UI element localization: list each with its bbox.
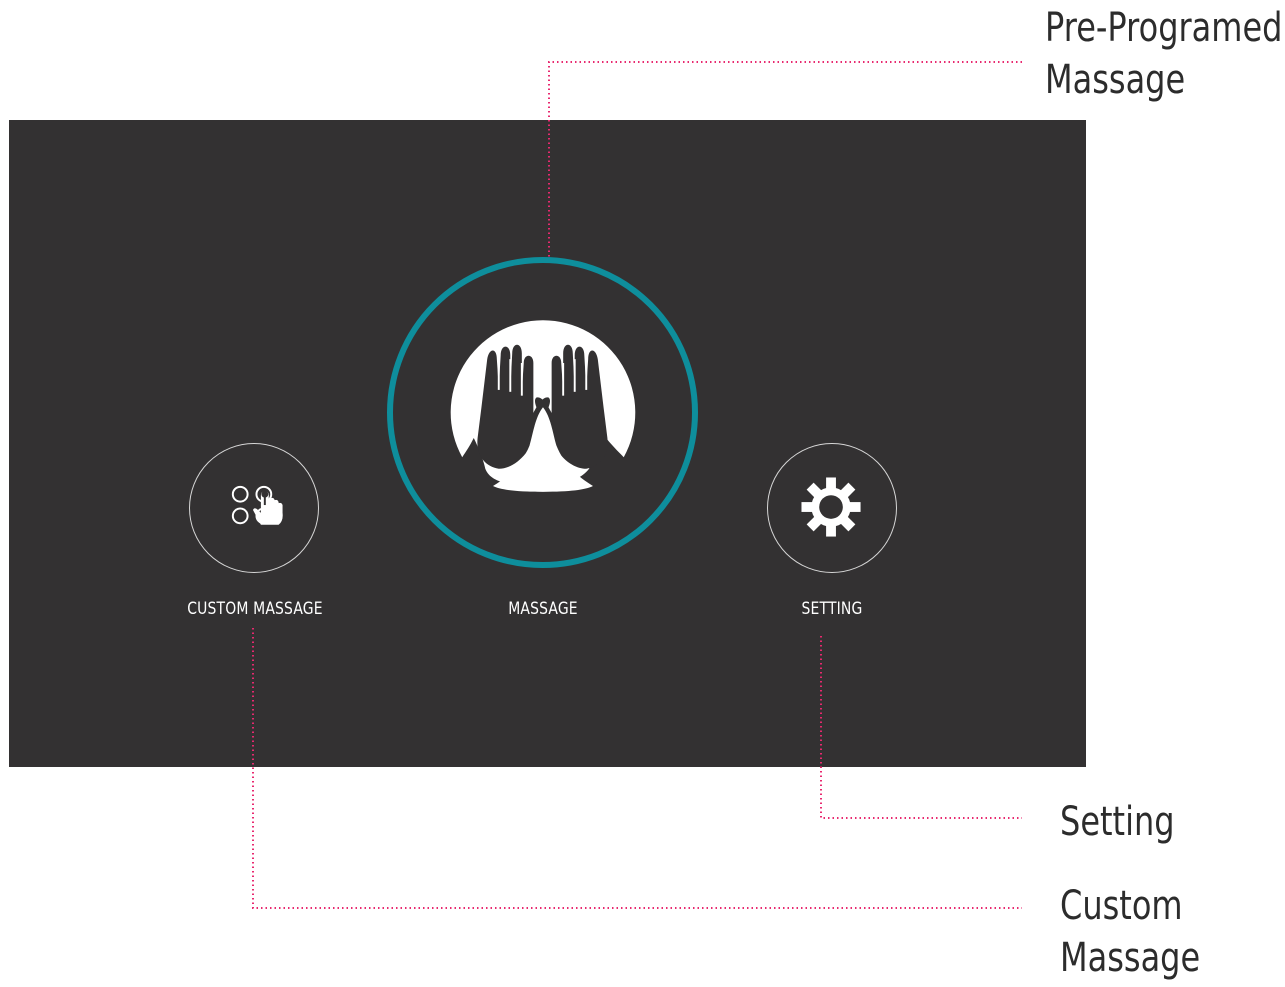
custom-massage-label: CUSTOM MASSAGE	[187, 599, 323, 619]
callout-pre-programed-line1: Pre-Programed	[1045, 5, 1283, 51]
callout-setting-line1: Setting	[1060, 799, 1175, 845]
callout-custom-line1: Custom	[1060, 883, 1183, 929]
massage-button[interactable]	[387, 257, 698, 568]
callout-custom-line2: Massage	[1060, 935, 1201, 981]
callout-pre-programed-line2: Massage	[1045, 57, 1186, 103]
callout-pre-programed: Pre-Programed Massage	[1045, 2, 1282, 106]
callout-setting: Setting	[1060, 796, 1175, 848]
setting-button[interactable]	[767, 443, 897, 573]
custom-massage-icon	[231, 485, 283, 525]
custom-massage-button[interactable]	[189, 443, 319, 573]
callout-custom: Custom Massage	[1060, 880, 1200, 984]
massage-hands-icon	[450, 320, 636, 492]
massage-label: MASSAGE	[508, 599, 578, 619]
gear-icon	[801, 477, 861, 537]
setting-label: SETTING	[801, 599, 863, 619]
annotated-mockup: CUSTOM MASSAGE MASSAGE SETTING Pre-Progr…	[0, 0, 1285, 987]
